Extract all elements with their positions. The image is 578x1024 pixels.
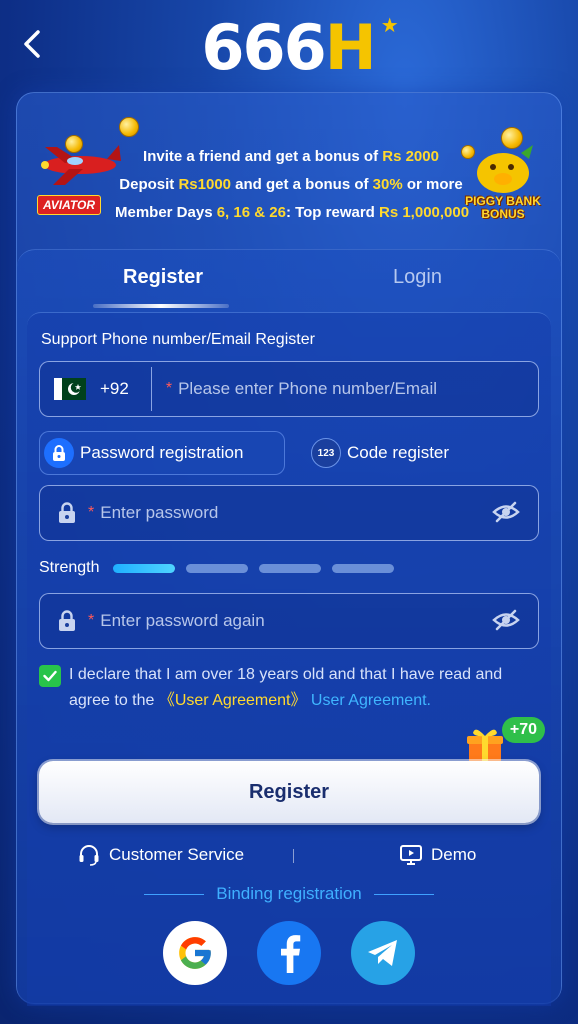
register-button[interactable]: Register — [39, 761, 539, 823]
gift-icon — [467, 729, 503, 763]
agree-checkbox[interactable] — [39, 665, 61, 687]
eye-hidden-icon[interactable] — [492, 500, 520, 529]
pakistan-flag-icon — [54, 378, 86, 400]
app-logo: 666 H ★ — [0, 10, 578, 84]
strength-segment — [259, 563, 322, 573]
demo-link[interactable]: Demo — [399, 843, 476, 867]
checkmark-icon — [43, 670, 57, 682]
auth-tabs: Register Login — [17, 250, 561, 310]
agreement-text: I declare that I am over 18 years old an… — [69, 666, 503, 709]
phone-placeholder: Please enter Phone number/Email — [178, 379, 438, 398]
customer-service-label: Customer Service — [109, 845, 245, 864]
country-code[interactable]: +92 — [100, 379, 129, 399]
coin-icon — [65, 135, 83, 153]
strength-segment — [332, 563, 395, 573]
facebook-login-button[interactable] — [257, 921, 321, 985]
user-agreement-link[interactable]: 《User Agreement》 — [159, 692, 307, 709]
tab-login[interactable]: Login — [393, 266, 442, 289]
password-field[interactable]: * Enter password — [39, 485, 539, 541]
phone-email-field[interactable]: +92 * Please enter Phone number/Email — [39, 361, 539, 417]
password-registration-option[interactable]: Password registration — [39, 431, 285, 475]
register-form: Support Phone number/Email Register +92 … — [27, 312, 551, 1006]
password-strength: Strength — [39, 559, 405, 577]
telegram-icon — [368, 940, 397, 966]
divider-line — [144, 893, 205, 895]
auth-panel: Register Login Support Phone number/Emai… — [17, 249, 561, 1006]
required-marker: * — [88, 612, 95, 629]
required-marker: * — [88, 504, 95, 521]
promo-line-deposit: Deposit Rs1000 and get a bonus of 30% or… — [119, 176, 463, 193]
main-card: AVIATOR Invite a friend and get a bonus … — [16, 92, 562, 1006]
star-icon: ★ — [380, 12, 399, 37]
lock-icon — [58, 502, 76, 524]
gift-badge: +70 — [501, 717, 545, 743]
promo-line-invite: Invite a friend and get a bonus of Rs 20… — [143, 148, 439, 165]
strength-segment — [186, 563, 249, 573]
demo-label: Demo — [431, 845, 477, 864]
lock-icon — [58, 610, 76, 632]
strength-segment — [113, 563, 176, 573]
confirm-password-placeholder: Enter password again — [100, 611, 265, 630]
active-tab-indicator — [93, 304, 229, 308]
eye-hidden-icon[interactable] — [492, 608, 520, 637]
lock-icon — [44, 438, 74, 468]
google-login-button[interactable] — [163, 921, 227, 985]
footer-divider — [293, 849, 294, 863]
divider-line — [373, 893, 434, 895]
tab-register[interactable]: Register — [123, 266, 203, 289]
agreement-row: I declare that I am over 18 years old an… — [39, 665, 529, 714]
logo-letter: H ★ — [324, 10, 399, 84]
binding-registration: Binding registration — [27, 881, 551, 907]
password-placeholder: Enter password — [100, 503, 219, 522]
coin-icon — [119, 117, 139, 137]
piggy-icon — [477, 145, 533, 193]
field-divider — [150, 367, 152, 411]
facebook-icon — [281, 935, 301, 973]
promo-line-member-days: Member Days 6, 16 & 26: Top reward Rs 1,… — [115, 204, 470, 221]
binding-label: Binding registration — [216, 884, 362, 903]
headset-icon — [79, 845, 99, 866]
google-icon — [179, 937, 211, 969]
logo-number: 666 — [201, 10, 326, 84]
password-registration-label: Password registration — [80, 443, 244, 462]
footer-links: Customer Service Demo — [27, 843, 551, 873]
confirm-password-field[interactable]: * Enter password again — [39, 593, 539, 649]
user-agreement-link-secondary[interactable]: User Agreement. — [311, 692, 431, 709]
strength-label: Strength — [39, 559, 100, 576]
code-register-label: Code register — [347, 443, 450, 462]
promo-text: Invite a friend and get a bonus of Rs 20… — [115, 143, 470, 227]
code-register-option[interactable]: 123 Code register — [307, 431, 449, 475]
code-123-icon: 123 — [311, 438, 341, 468]
telegram-login-button[interactable] — [351, 921, 415, 985]
piggy-bank-graphic: PIGGY BANK BONUS — [461, 127, 547, 227]
social-login — [27, 921, 551, 985]
required-marker: * — [165, 380, 173, 397]
piggy-label: PIGGY BANK BONUS — [465, 194, 541, 221]
support-label: Support Phone number/Email Register — [41, 331, 315, 348]
promo-banner: AVIATOR Invite a friend and get a bonus … — [17, 93, 561, 243]
monitor-play-icon — [400, 845, 422, 865]
aviator-label: AVIATOR — [37, 195, 102, 215]
customer-service-link[interactable]: Customer Service — [77, 843, 244, 867]
